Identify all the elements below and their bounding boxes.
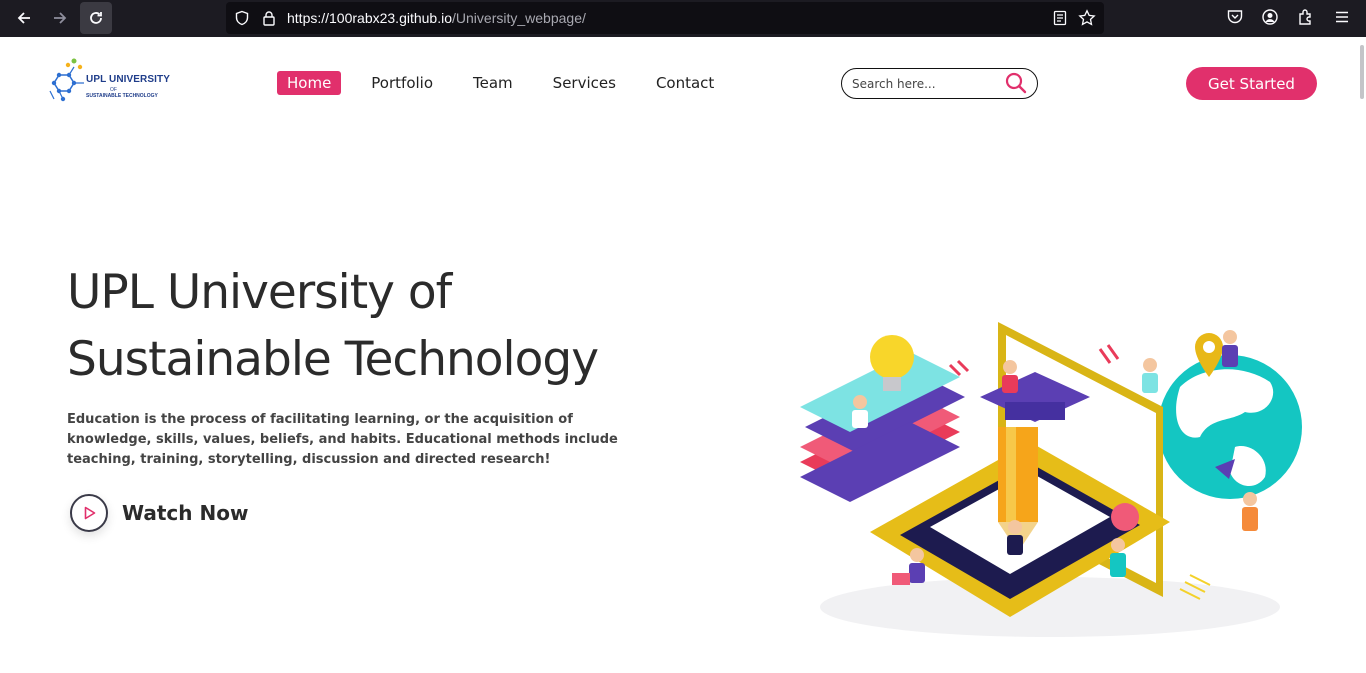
browser-toolbar: https://100rabx23.github.io/University_w…	[0, 0, 1366, 37]
logo-subtitle: SUSTAINABLE TECHNOLOGY	[86, 93, 158, 99]
search-icon[interactable]	[1005, 72, 1027, 94]
search-box	[841, 68, 1038, 99]
molecule-logo-icon	[49, 58, 84, 102]
forward-arrow-icon	[54, 12, 67, 24]
shield-icon[interactable]	[234, 10, 250, 26]
nav-portfolio[interactable]: Portfolio	[371, 71, 433, 95]
menu-icon[interactable]	[1333, 8, 1351, 26]
hero-title: UPL University of Sustainable Technology	[67, 259, 707, 393]
hero-title-line2: Sustainable Technology	[67, 332, 599, 387]
education-illustration	[800, 322, 1302, 637]
star-icon[interactable]	[1078, 9, 1096, 27]
extensions-icon[interactable]	[1297, 8, 1315, 26]
url-host: https://100rabx23.github.io	[287, 10, 453, 26]
nav-services[interactable]: Services	[553, 71, 616, 95]
nav-contact[interactable]: Contact	[656, 71, 714, 95]
reload-icon	[90, 12, 102, 24]
back-arrow-icon	[17, 12, 30, 24]
hero-title-line1: UPL University of	[67, 265, 452, 320]
university-logo[interactable]: UPL UNIVERSITY OF SUSTAINABLE TECHNOLOGY	[46, 57, 176, 107]
account-icon[interactable]	[1261, 8, 1279, 26]
web-page: UPL UNIVERSITY OF SUSTAINABLE TECHNOLOGY…	[0, 37, 1366, 673]
lock-icon[interactable]	[262, 10, 276, 26]
play-icon	[84, 506, 96, 520]
watch-now-button[interactable]: Watch Now	[70, 493, 248, 533]
watch-now-label: Watch Now	[122, 501, 249, 525]
scrollbar[interactable]	[1360, 45, 1364, 99]
search-input[interactable]	[852, 75, 1002, 93]
back-button[interactable]	[8, 2, 40, 34]
nav-team[interactable]: Team	[473, 71, 513, 95]
address-bar[interactable]: https://100rabx23.github.io/University_w…	[226, 2, 1104, 34]
hero-description: Education is the process of facilitating…	[67, 412, 618, 467]
get-started-button[interactable]: Get Started	[1186, 67, 1317, 100]
nav-home[interactable]: Home	[277, 71, 342, 95]
main-nav: Home Portfolio Team Services Contact	[277, 71, 754, 95]
play-button[interactable]	[70, 494, 108, 532]
forward-button[interactable]	[44, 2, 76, 34]
pocket-icon[interactable]	[1226, 8, 1244, 26]
url-path: /University_webpage/	[452, 10, 586, 26]
logo-title: UPL UNIVERSITY	[86, 74, 171, 85]
url-text[interactable]: https://100rabx23.github.io/University_w…	[287, 10, 586, 26]
reader-icon[interactable]	[1052, 10, 1068, 26]
reload-button[interactable]	[80, 2, 112, 34]
